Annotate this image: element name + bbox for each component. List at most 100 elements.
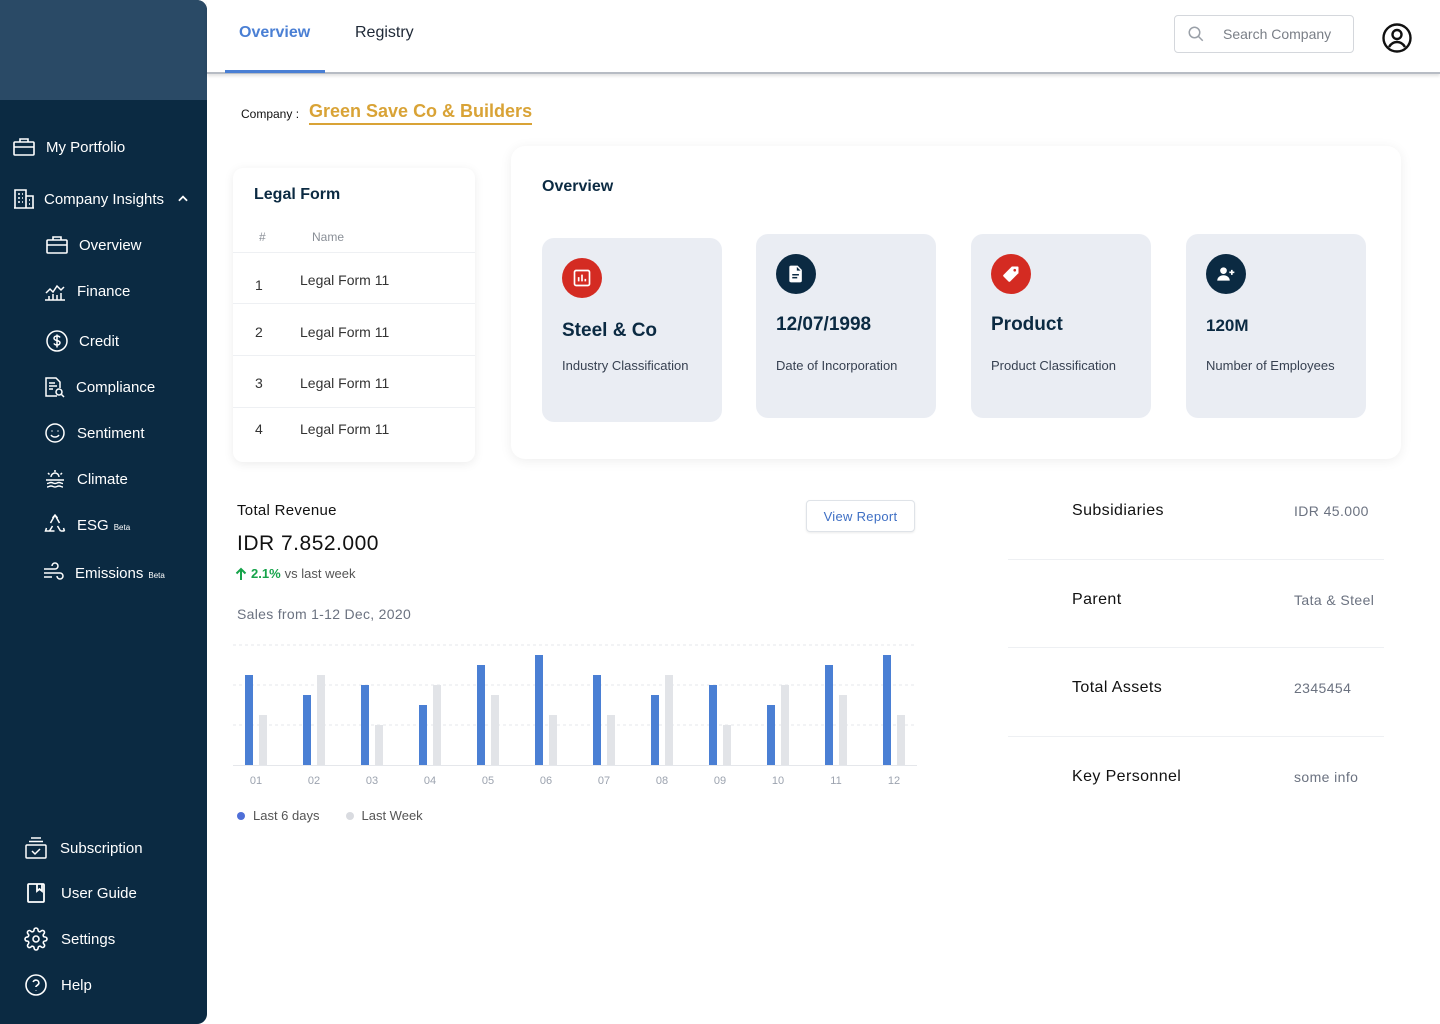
overview-tile-product[interactable]: Product Product Classification xyxy=(971,234,1151,418)
info-value: Tata & Steel xyxy=(1294,592,1375,608)
sidebar-item-label: Sentiment xyxy=(77,424,145,442)
tile-value: 120M xyxy=(1206,316,1249,335)
info-value: 2345454 xyxy=(1294,680,1352,696)
chart-bar xyxy=(665,675,673,765)
dollar-icon xyxy=(45,329,69,353)
search-input[interactable] xyxy=(1223,26,1343,42)
view-report-button[interactable]: View Report xyxy=(806,500,915,532)
active-tab-indicator xyxy=(225,70,325,73)
company-name-link[interactable]: Green Save Co & Builders xyxy=(309,101,533,125)
divider xyxy=(1008,559,1384,560)
beta-badge: Beta xyxy=(148,570,165,580)
sidebar-item-label: Emissions xyxy=(75,564,144,582)
sidebar-item-label: Company Insights xyxy=(44,190,165,208)
info-key: Total Assets xyxy=(1072,679,1163,696)
chart-bar xyxy=(709,685,717,765)
sidebar-item-finance[interactable]: Finance xyxy=(43,279,130,303)
legend-item-last-6-days: Last 6 days xyxy=(237,808,320,823)
help-icon xyxy=(24,973,48,997)
tab-registry[interactable]: Registry xyxy=(355,24,414,42)
sidebar-item-subscription[interactable]: Subscription xyxy=(24,836,143,860)
chart-bar xyxy=(303,695,311,765)
recycle-icon xyxy=(43,513,67,537)
sidebar-item-label: Finance xyxy=(77,282,131,300)
legend-dot xyxy=(345,811,354,820)
info-key: Key Personnel xyxy=(1072,768,1182,785)
chart-bar xyxy=(245,675,253,765)
tag-icon xyxy=(991,254,1031,294)
tile-label: Number of Employees xyxy=(1206,358,1335,373)
search-box[interactable] xyxy=(1174,15,1354,53)
info-row-key-personnel: Key Personnel some info xyxy=(1008,766,1384,854)
overview-tile-employees[interactable]: 120M Number of Employees xyxy=(1186,234,1366,418)
sidebar-item-sentiment[interactable]: Sentiment xyxy=(43,421,145,445)
sidebar-item-esg[interactable]: ESG Beta xyxy=(43,513,130,537)
x-tick-label: 07 xyxy=(598,775,610,787)
chart-bar xyxy=(607,715,615,765)
building-icon xyxy=(12,187,36,211)
search-icon xyxy=(1187,25,1205,43)
chart-bar xyxy=(361,685,369,765)
sidebar-item-help[interactable]: Help xyxy=(24,973,92,997)
revenue-change: 2.1% vs last week xyxy=(235,566,355,581)
chart-bar xyxy=(535,655,543,765)
climate-icon xyxy=(43,467,67,491)
sidebar-item-overview[interactable]: Overview xyxy=(45,233,142,257)
x-tick-label: 08 xyxy=(656,775,668,787)
briefcase-icon xyxy=(12,135,36,159)
sidebar-item-label: Subscription xyxy=(60,839,143,857)
info-row-subsidiaries: Subsidiaries IDR 45.000 xyxy=(1008,500,1384,588)
sidebar-item-label: User Guide xyxy=(61,884,137,902)
chart-bar xyxy=(839,695,847,765)
overview-tile-incorporation[interactable]: 12/07/1998 Date of Incorporation xyxy=(756,234,936,418)
sidebar-item-my-portfolio[interactable]: My Portfolio xyxy=(12,135,125,159)
chart-bar xyxy=(781,685,789,765)
briefcase-icon xyxy=(45,233,69,257)
sidebar-item-label: ESG xyxy=(77,516,109,534)
table-row[interactable]: 2 Legal Form 11 xyxy=(233,303,475,355)
table-row[interactable]: 3 Legal Form 11 xyxy=(233,355,475,407)
x-tick-label: 12 xyxy=(888,775,900,787)
overview-card: Overview Steel & Co Industry Classificat… xyxy=(511,146,1401,459)
tab-overview[interactable]: Overview xyxy=(239,24,310,42)
info-value: some info xyxy=(1294,769,1359,785)
arrow-up-icon xyxy=(235,567,247,581)
info-key: Subsidiaries xyxy=(1072,502,1164,519)
sidebar-item-credit[interactable]: Credit xyxy=(45,329,119,353)
sidebar-item-company-insights[interactable]: Company Insights xyxy=(12,187,190,211)
divider xyxy=(1008,647,1384,648)
sales-bar-chart: 01 02 03 04 05 06 07 08 09 10 11 12 xyxy=(233,644,917,787)
x-tick-label: 06 xyxy=(540,775,552,787)
row-number: 4 xyxy=(255,421,263,437)
row-number: 1 xyxy=(255,277,263,293)
tile-value: Product xyxy=(991,314,1063,335)
x-tick-label: 09 xyxy=(714,775,726,787)
document-search-icon xyxy=(42,375,66,399)
chevron-up-icon[interactable] xyxy=(176,192,190,206)
wind-icon xyxy=(41,561,65,585)
x-tick-label: 11 xyxy=(830,775,841,787)
sidebar-item-emissions[interactable]: Emissions Beta xyxy=(41,561,165,585)
legal-form-card: Legal Form # Name 1 Legal Form 11 2 Lega… xyxy=(233,168,475,462)
user-account-icon[interactable] xyxy=(1381,22,1413,54)
table-row[interactable]: 1 Legal Form 11 xyxy=(233,252,475,304)
sidebar: My Portfolio Company Insights Overview F… xyxy=(0,0,207,1024)
info-row-parent: Parent Tata & Steel xyxy=(1008,589,1384,677)
total-revenue-value: IDR 7.852.000 xyxy=(237,532,379,555)
chart-bar xyxy=(549,715,557,765)
chart-bar xyxy=(477,665,485,765)
chart-bar xyxy=(317,675,325,765)
row-name: Legal Form 11 xyxy=(300,324,390,340)
sidebar-item-compliance[interactable]: Compliance xyxy=(42,375,155,399)
row-number: 2 xyxy=(255,324,263,340)
x-tick-label: 01 xyxy=(250,775,262,787)
sidebar-item-label: Compliance xyxy=(76,378,156,396)
sidebar-item-user-guide[interactable]: User Guide xyxy=(24,881,137,905)
info-row-total-assets: Total Assets 2345454 xyxy=(1008,677,1384,765)
sidebar-item-climate[interactable]: Climate xyxy=(43,467,128,491)
sidebar-item-settings[interactable]: Settings xyxy=(24,927,115,951)
overview-tile-industry[interactable]: Steel & Co Industry Classification xyxy=(542,238,722,422)
chart-bar xyxy=(651,695,659,765)
chart-bar xyxy=(897,715,905,765)
table-row[interactable]: 4 Legal Form 11 xyxy=(233,407,475,459)
